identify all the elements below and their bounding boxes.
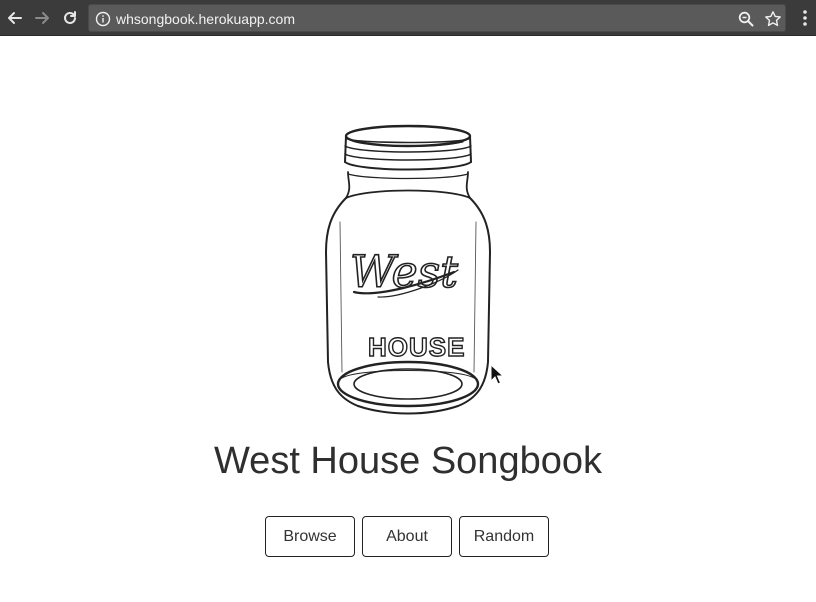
back-arrow-icon	[8, 12, 22, 24]
browser-toolbar: whsongbook.herokuapp.com	[0, 0, 816, 36]
kebab-menu-icon[interactable]	[796, 6, 814, 30]
reload-button[interactable]	[58, 6, 82, 30]
info-icon[interactable]	[95, 11, 111, 27]
url-text[interactable]: whsongbook.herokuapp.com	[116, 11, 295, 27]
zoom-icon[interactable]	[737, 10, 755, 28]
back-button[interactable]	[3, 6, 27, 30]
main-nav: Browse About Random	[265, 516, 549, 557]
mason-jar-logo: West HOUSE	[325, 124, 491, 415]
random-button[interactable]: Random	[459, 516, 549, 557]
about-button[interactable]: About	[362, 516, 452, 557]
forward-arrow-icon	[35, 12, 49, 24]
star-icon[interactable]	[764, 10, 782, 28]
reload-icon	[64, 11, 76, 24]
jar-caps-word: HOUSE	[368, 332, 465, 362]
browse-button[interactable]: Browse	[265, 516, 355, 557]
forward-button[interactable]	[30, 6, 54, 30]
mouse-pointer-icon	[490, 364, 504, 385]
jar-script-word: West	[350, 247, 458, 298]
page-title: West House Songbook	[214, 440, 602, 482]
address-bar[interactable]: whsongbook.herokuapp.com	[88, 4, 786, 32]
